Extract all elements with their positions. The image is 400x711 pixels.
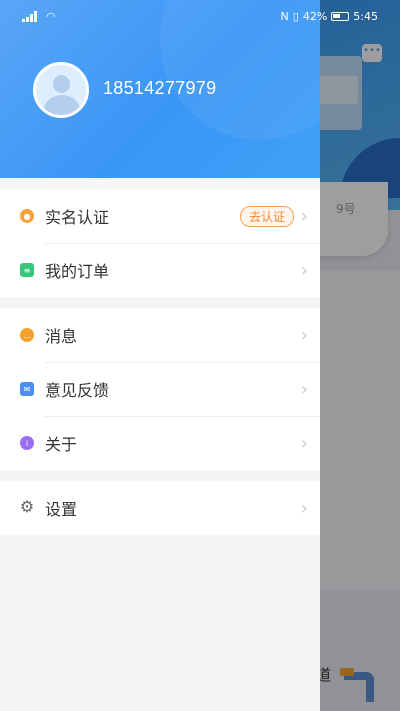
chevron-right-icon: ›: [300, 205, 308, 227]
menu-item-settings[interactable]: ⚙ 设置 ›: [0, 481, 320, 535]
user-phone-number[interactable]: 18514277979: [103, 78, 216, 99]
chevron-right-icon: ›: [300, 378, 308, 400]
chevron-right-icon: ›: [300, 324, 308, 346]
menu-item-label: 消息: [45, 327, 78, 346]
menu-item-label: 关于: [45, 435, 78, 454]
status-right: N ▯ 42% 5:45: [281, 10, 378, 23]
status-left: ◠: [22, 10, 56, 23]
wifi-icon: ◠: [46, 10, 56, 23]
gear-icon: ⚙: [19, 496, 35, 516]
avatar-body: [44, 95, 80, 115]
person-icon: ●: [20, 209, 34, 223]
vibrate-icon: ▯: [292, 10, 299, 23]
menu-item-label: 实名认证: [45, 208, 110, 227]
menu-item-my-orders[interactable]: ≡ 我的订单 ›: [0, 243, 320, 297]
menu-item-label: 我的订单: [45, 262, 110, 281]
menu-item-about[interactable]: i 关于 ›: [0, 416, 320, 470]
message-icon: …: [20, 328, 34, 342]
menu-item-real-name-auth[interactable]: ● 实名认证 去认证 ›: [0, 189, 320, 243]
menu-item-messages[interactable]: … 消息 ›: [0, 308, 320, 362]
info-icon: i: [20, 436, 34, 450]
chevron-right-icon: ›: [300, 432, 308, 454]
chevron-right-icon: ›: [300, 259, 308, 281]
feedback-icon: ✉: [20, 382, 34, 396]
status-bar: ◠ N ▯ 42% 5:45: [0, 0, 400, 34]
signal-icon: [22, 11, 40, 22]
menu-group-account: ● 实名认证 去认证 › ≡ 我的订单 ›: [0, 189, 320, 297]
menu-group-settings: ⚙ 设置 ›: [0, 481, 320, 535]
side-drawer: 18514277979 ● 实名认证 去认证 › ≡ 我的订单 › … 消息 ›…: [0, 0, 320, 711]
avatar[interactable]: [33, 62, 89, 118]
clock-time: 5:45: [353, 10, 378, 23]
avatar-head: [53, 75, 70, 93]
battery-icon: [331, 12, 350, 21]
order-icon: ≡: [20, 263, 34, 277]
nfc-icon: N: [280, 10, 289, 23]
battery-percent: 42%: [302, 10, 328, 23]
verify-badge[interactable]: 去认证: [239, 205, 294, 227]
menu-item-label: 设置: [45, 500, 78, 519]
menu-item-feedback[interactable]: ✉ 意见反馈 ›: [0, 362, 320, 416]
chevron-right-icon: ›: [300, 497, 308, 519]
menu-group-info: … 消息 › ✉ 意见反馈 › i 关于 ›: [0, 308, 320, 470]
menu-item-label: 意见反馈: [45, 381, 110, 400]
